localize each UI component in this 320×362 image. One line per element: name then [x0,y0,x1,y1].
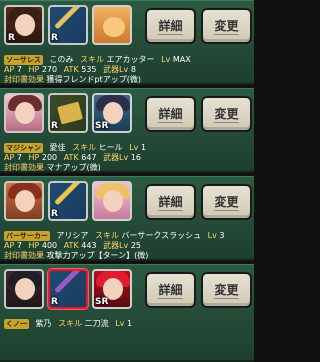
class-badge: ソーサレス [4,54,43,65]
member-name: アリシア [56,231,89,240]
detail-button[interactable]: 詳細 [145,184,196,220]
character-portrait-icon[interactable]: R [4,5,44,45]
member-name: 紫乃 [35,319,52,328]
book-icon[interactable]: R [48,93,88,133]
change-button[interactable]: 変更 [201,8,252,44]
change-button[interactable]: 変更 [201,184,252,220]
character-portrait-icon[interactable] [4,93,44,133]
change-button[interactable]: 変更 [201,96,252,132]
party-member-card-2: R SR 詳細 変更 マジシャン 愛佳 スキル ヒール Lv 1 AP 7 HP… [0,88,254,173]
member-name: 愛佳 [49,143,66,152]
weapon-icon[interactable]: R [48,5,88,45]
skill-level: 3 [219,231,225,240]
party-member-card-4: R SR 詳細 変更 くノ一 紫乃 スキル 二刀流 Lv 1 [0,264,254,362]
member-header-line: くノ一 紫乃 スキル 二刀流 Lv 1 [4,318,133,329]
party-list: R R 詳細 変更 ソーサレス このみ スキル エアカッター Lv MAX AP… [0,0,254,362]
class-badge: くノ一 [4,318,29,329]
seal-effect-line: 封印書効果 攻撃力アップ【ターン】(微) [4,251,149,260]
skill-name: バーサークスラッシュ [121,231,202,240]
skill-name: エアカッター [106,55,155,64]
seal-effect-line: 封印書効果 マナアップ(微) [4,163,101,172]
member-name: このみ [49,55,74,64]
support-portrait-icon[interactable]: SR [92,269,132,309]
skill-level: 1 [126,319,133,328]
character-portrait-icon[interactable] [4,181,44,221]
detail-button[interactable]: 詳細 [145,96,196,132]
support-portrait-icon[interactable]: SR [92,93,132,133]
skill-level: 1 [140,143,147,152]
party-member-card-1: R R 詳細 変更 ソーサレス このみ スキル エアカッター Lv MAX AP… [0,0,254,85]
weapon-icon[interactable]: R [48,181,88,221]
pet-icon[interactable] [92,5,132,45]
skill-name: 二刀流 [84,319,109,328]
selected-weapon-icon[interactable]: R [48,269,88,309]
change-button[interactable]: 変更 [201,272,252,308]
seal-effect-line: 封印書効果 獲得フレンドptアップ(微) [4,75,142,84]
skill-level: MAX [172,55,191,64]
support-portrait-icon[interactable] [92,181,132,221]
skill-name: ヒール [98,143,123,152]
party-member-card-3: R 詳細 変更 バーサーカー アリシア スキル バーサークスラッシュ Lv 3 … [0,176,254,261]
detail-button[interactable]: 詳細 [145,8,196,44]
class-badge: マジシャン [4,142,43,153]
detail-button[interactable]: 詳細 [145,272,196,308]
character-portrait-icon[interactable] [4,269,44,309]
class-badge: バーサーカー [4,230,50,241]
